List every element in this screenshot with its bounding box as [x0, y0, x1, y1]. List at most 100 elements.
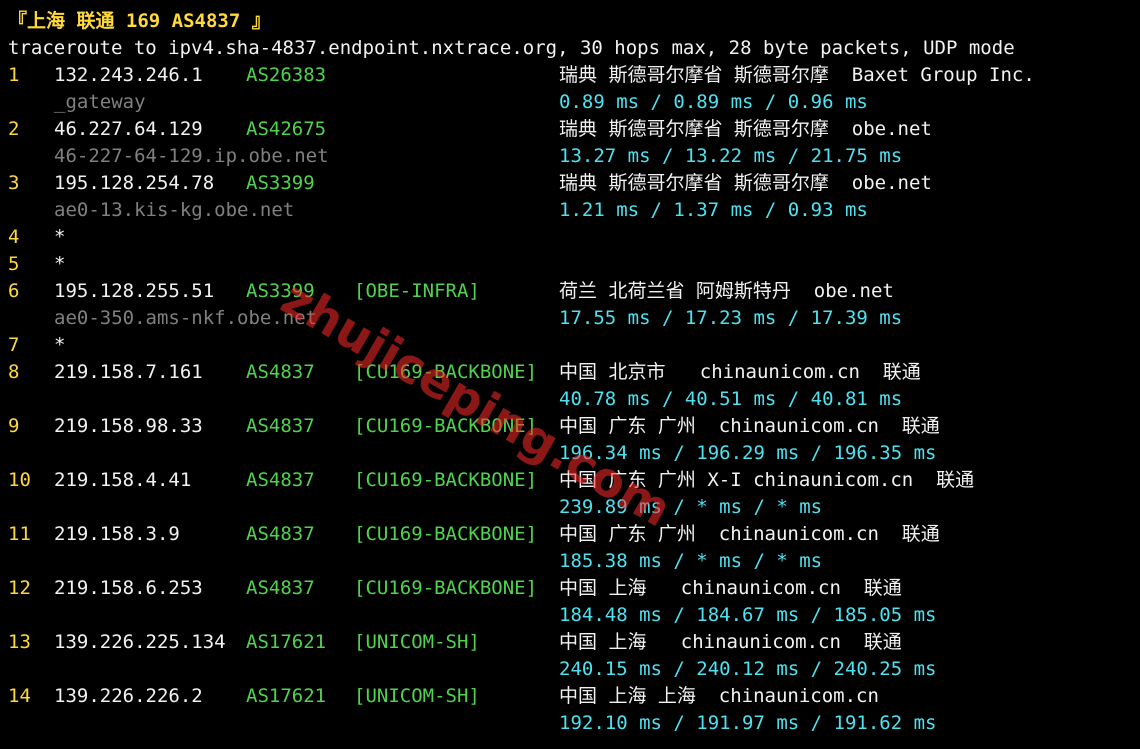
hop-number: 6 — [8, 280, 20, 302]
hop-row: 2 46.227.64.129 AS42675 瑞典 斯德哥尔摩省 斯德哥尔摩 obe… — [0, 116, 1140, 143]
hop-rtt: 17.55 ms / 17.23 ms / 17.39 ms — [559, 307, 903, 329]
hop-hostname: 46-227-64-129.ip.obe.net — [54, 145, 329, 167]
hop-rtt: 239.89 ms / * ms / * ms — [559, 496, 823, 518]
hop-tag: [UNICOM-SH] — [354, 685, 480, 707]
hop-row: 7 * — [0, 332, 1140, 359]
hop-number: 2 — [8, 118, 20, 140]
header-line: 『上海 联通 169 AS4837 』 — [0, 8, 1140, 35]
hop-detail-row: 239.89 ms / * ms / * ms — [0, 494, 1140, 521]
hop-asn: AS17621 — [246, 631, 327, 653]
hop-row: 5 * — [0, 251, 1140, 278]
traceroute-command: traceroute to ipv4.sha-4837.endpoint.nxt… — [8, 37, 1015, 59]
hop-row: 10 219.158.4.41 AS4837 [CU169-BACKBONE] 中国 广… — [0, 467, 1140, 494]
hop-hostname: ae0-13.kis-kg.obe.net — [54, 199, 295, 221]
hop-detail-row: ae0-13.kis-kg.obe.net 1.21 ms / 1.37 ms /… — [0, 197, 1140, 224]
hop-geo: 瑞典 斯德哥尔摩省 斯德哥尔摩 obe.net — [559, 172, 932, 194]
hop-row: 9 219.158.98.33 AS4837 [CU169-BACKBONE] 中国 广… — [0, 413, 1140, 440]
hop-ip: 219.158.6.253 — [54, 577, 203, 599]
hop-ip: 195.128.255.51 — [54, 280, 215, 302]
hop-asn: AS17621 — [246, 685, 327, 707]
hop-ip: 219.158.3.9 — [54, 523, 180, 545]
hop-number: 4 — [8, 226, 20, 248]
hop-tag: [UNICOM-SH] — [354, 631, 480, 653]
hop-geo: 瑞典 斯德哥尔摩省 斯德哥尔摩 Baxet Group Inc. — [559, 64, 1035, 86]
hop-number: 1 — [8, 64, 20, 86]
hop-rtt: 196.34 ms / 196.29 ms / 196.35 ms — [559, 442, 937, 464]
hop-row: 13 139.226.225.134 AS17621 [UNICOM-SH] 中国 上海… — [0, 629, 1140, 656]
hop-hostname: _gateway — [54, 91, 146, 113]
hop-rtt: 185.38 ms / * ms / * ms — [559, 550, 823, 572]
hop-number: 8 — [8, 361, 20, 383]
hop-ip: 139.226.226.2 — [54, 685, 203, 707]
hop-tag: [CU169-BACKBONE] — [354, 415, 538, 437]
hop-number: 10 — [8, 469, 31, 491]
hop-detail-row: 192.10 ms / 191.97 ms / 191.62 ms — [0, 710, 1140, 737]
hop-rtt: 13.27 ms / 13.22 ms / 21.75 ms — [559, 145, 903, 167]
hop-asn: AS42675 — [246, 118, 327, 140]
hop-ip: 219.158.7.161 — [54, 361, 203, 383]
hop-geo: 中国 上海 上海 chinaunicom.cn — [559, 685, 879, 707]
hop-geo: 中国 北京市 chinaunicom.cn 联通 — [559, 361, 921, 383]
hop-asn: AS3399 — [246, 280, 315, 302]
hop-geo: 中国 广东 广州 chinaunicom.cn 联通 — [559, 415, 940, 437]
hop-rtt: 240.15 ms / 240.12 ms / 240.25 ms — [559, 658, 937, 680]
page-title: 『上海 联通 169 AS4837 』 — [8, 10, 271, 32]
hop-tag: [CU169-BACKBONE] — [354, 361, 538, 383]
hop-detail-row: 196.34 ms / 196.29 ms / 196.35 ms — [0, 440, 1140, 467]
hop-row: 11 219.158.3.9 AS4837 [CU169-BACKBONE] 中国 广东… — [0, 521, 1140, 548]
hop-rtt: 184.48 ms / 184.67 ms / 185.05 ms — [559, 604, 937, 626]
hop-ip: 219.158.4.41 — [54, 469, 192, 491]
hop-detail-row: ae0-350.ams-nkf.obe.net 17.55 ms / 17.23 … — [0, 305, 1140, 332]
hop-geo: 瑞典 斯德哥尔摩省 斯德哥尔摩 obe.net — [559, 118, 932, 140]
hop-asn: AS4837 — [246, 577, 315, 599]
hop-asn: AS4837 — [246, 415, 315, 437]
hop-number: 5 — [8, 253, 20, 275]
hop-row: 3 195.128.254.78 AS3399 瑞典 斯德哥尔摩省 斯德哥尔摩 obe… — [0, 170, 1140, 197]
hop-rtt: 192.10 ms / 191.97 ms / 191.62 ms — [559, 712, 937, 734]
hop-row: 8 219.158.7.161 AS4837 [CU169-BACKBONE] 中国 北… — [0, 359, 1140, 386]
command-line: traceroute to ipv4.sha-4837.endpoint.nxt… — [0, 35, 1140, 62]
hop-rtt: 1.21 ms / 1.37 ms / 0.93 ms — [559, 199, 868, 221]
hop-geo: 荷兰 北荷兰省 阿姆斯特丹 obe.net — [559, 280, 894, 302]
hop-tag: [CU169-BACKBONE] — [354, 577, 538, 599]
hop-detail-row: 184.48 ms / 184.67 ms / 185.05 ms — [0, 602, 1140, 629]
hop-detail-row: 40.78 ms / 40.51 ms / 40.81 ms — [0, 386, 1140, 413]
hop-number: 13 — [8, 631, 31, 653]
hop-ip: 195.128.254.78 — [54, 172, 215, 194]
hop-geo: 中国 广东 广州 X-I chinaunicom.cn 联通 — [559, 469, 975, 491]
hop-detail-row: 240.15 ms / 240.12 ms / 240.25 ms — [0, 656, 1140, 683]
hop-ip: * — [54, 334, 66, 356]
hop-asn: AS4837 — [246, 469, 315, 491]
hop-ip: 46.227.64.129 — [54, 118, 203, 140]
hop-number: 9 — [8, 415, 20, 437]
hop-ip: 132.243.246.1 — [54, 64, 203, 86]
hop-detail-row: _gateway 0.89 ms / 0.89 ms / 0.96 ms — [0, 89, 1140, 116]
hop-tag: [OBE-INFRA] — [354, 280, 480, 302]
hop-row: 14 139.226.226.2 AS17621 [UNICOM-SH] 中国 上海 上… — [0, 683, 1140, 710]
hop-ip: 219.158.98.33 — [54, 415, 203, 437]
hop-rtt: 0.89 ms / 0.89 ms / 0.96 ms — [559, 91, 868, 113]
hop-number: 7 — [8, 334, 20, 356]
hop-rtt: 40.78 ms / 40.51 ms / 40.81 ms — [559, 388, 903, 410]
hop-ip: 139.226.225.134 — [54, 631, 226, 653]
hop-geo: 中国 上海 chinaunicom.cn 联通 — [559, 577, 902, 599]
hop-row: 6 195.128.255.51 AS3399 [OBE-INFRA] 荷兰 北荷兰省 … — [0, 278, 1140, 305]
hop-detail-row: 46-227-64-129.ip.obe.net 13.27 ms / 13.22… — [0, 143, 1140, 170]
hop-asn: AS4837 — [246, 361, 315, 383]
hop-row: 12 219.158.6.253 AS4837 [CU169-BACKBONE] 中国 … — [0, 575, 1140, 602]
hop-tag: [CU169-BACKBONE] — [354, 523, 538, 545]
hop-ip: * — [54, 226, 66, 248]
hop-number: 3 — [8, 172, 20, 194]
hop-geo: 中国 广东 广州 chinaunicom.cn 联通 — [559, 523, 940, 545]
hop-asn: AS26383 — [246, 64, 327, 86]
hop-geo: 中国 上海 chinaunicom.cn 联通 — [559, 631, 902, 653]
hop-row: 4 * — [0, 224, 1140, 251]
hop-asn: AS3399 — [246, 172, 315, 194]
hop-hostname: ae0-350.ams-nkf.obe.net — [54, 307, 318, 329]
hop-ip: * — [54, 253, 66, 275]
hop-asn: AS4837 — [246, 523, 315, 545]
hop-detail-row: 185.38 ms / * ms / * ms — [0, 548, 1140, 575]
hop-number: 11 — [8, 523, 31, 545]
hop-number: 14 — [8, 685, 31, 707]
hop-row: 1 132.243.246.1 AS26383 瑞典 斯德哥尔摩省 斯德哥尔摩 Bax… — [0, 62, 1140, 89]
